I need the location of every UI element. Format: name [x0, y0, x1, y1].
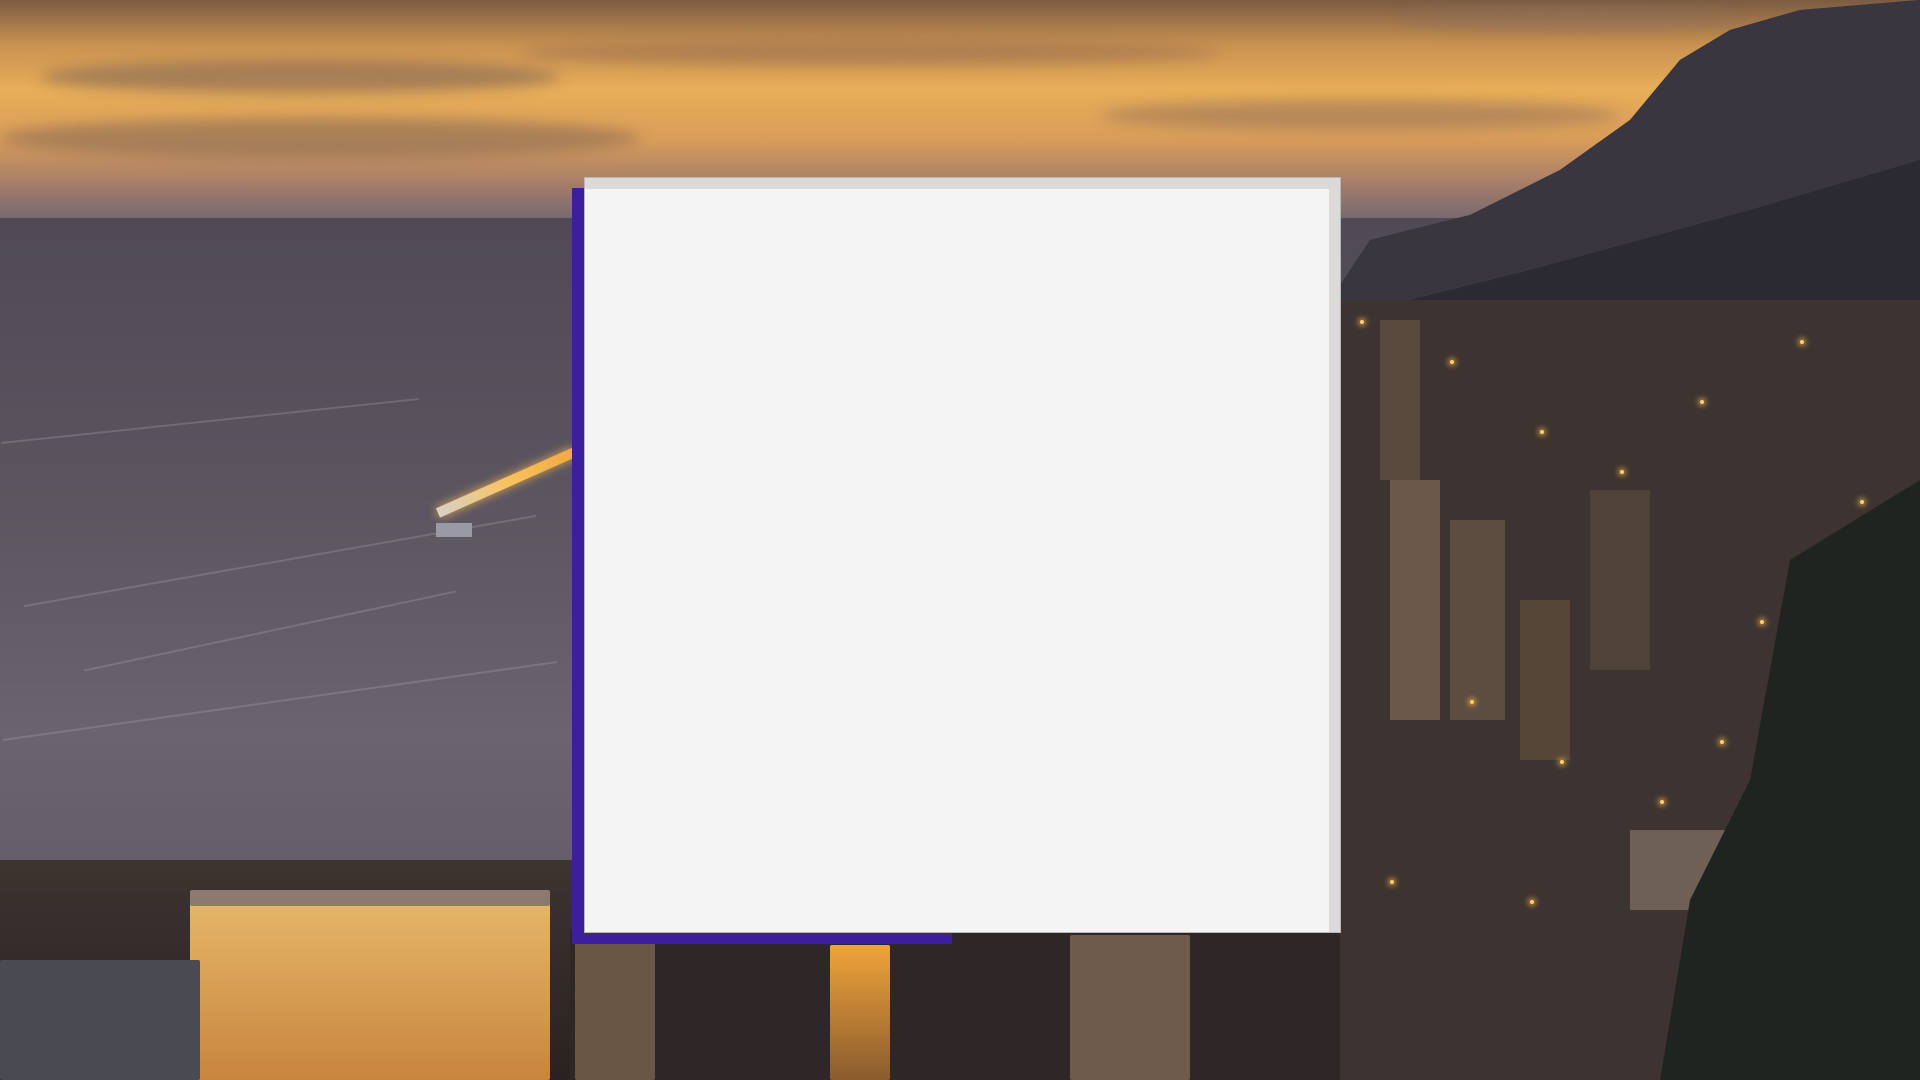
pier-head [436, 523, 472, 537]
cloud [40, 60, 560, 94]
city-light [1700, 400, 1704, 404]
city-light [1470, 700, 1474, 704]
city-light [1620, 470, 1624, 474]
city-light [1860, 500, 1864, 504]
city-bottom [570, 930, 1340, 1080]
tower [575, 935, 655, 1080]
city-light [1660, 800, 1664, 804]
city-light [1560, 760, 1564, 764]
city-light [1760, 620, 1764, 624]
city-light [1720, 740, 1724, 744]
city-light [1450, 360, 1454, 364]
city-light [1390, 880, 1394, 884]
shore [0, 960, 200, 1080]
street-glow [830, 945, 890, 1080]
city-light [1800, 340, 1804, 344]
city-light [1530, 900, 1534, 904]
cloud [0, 118, 640, 158]
tower [1070, 935, 1190, 1080]
dialog-content-area[interactable] [585, 189, 1329, 932]
city-light [1360, 320, 1364, 324]
hotel-building [190, 895, 550, 1080]
hotel-roof [190, 890, 550, 906]
city-light [1540, 430, 1544, 434]
mountain-cityscape [1330, 0, 1920, 1080]
cloud [520, 40, 1220, 66]
